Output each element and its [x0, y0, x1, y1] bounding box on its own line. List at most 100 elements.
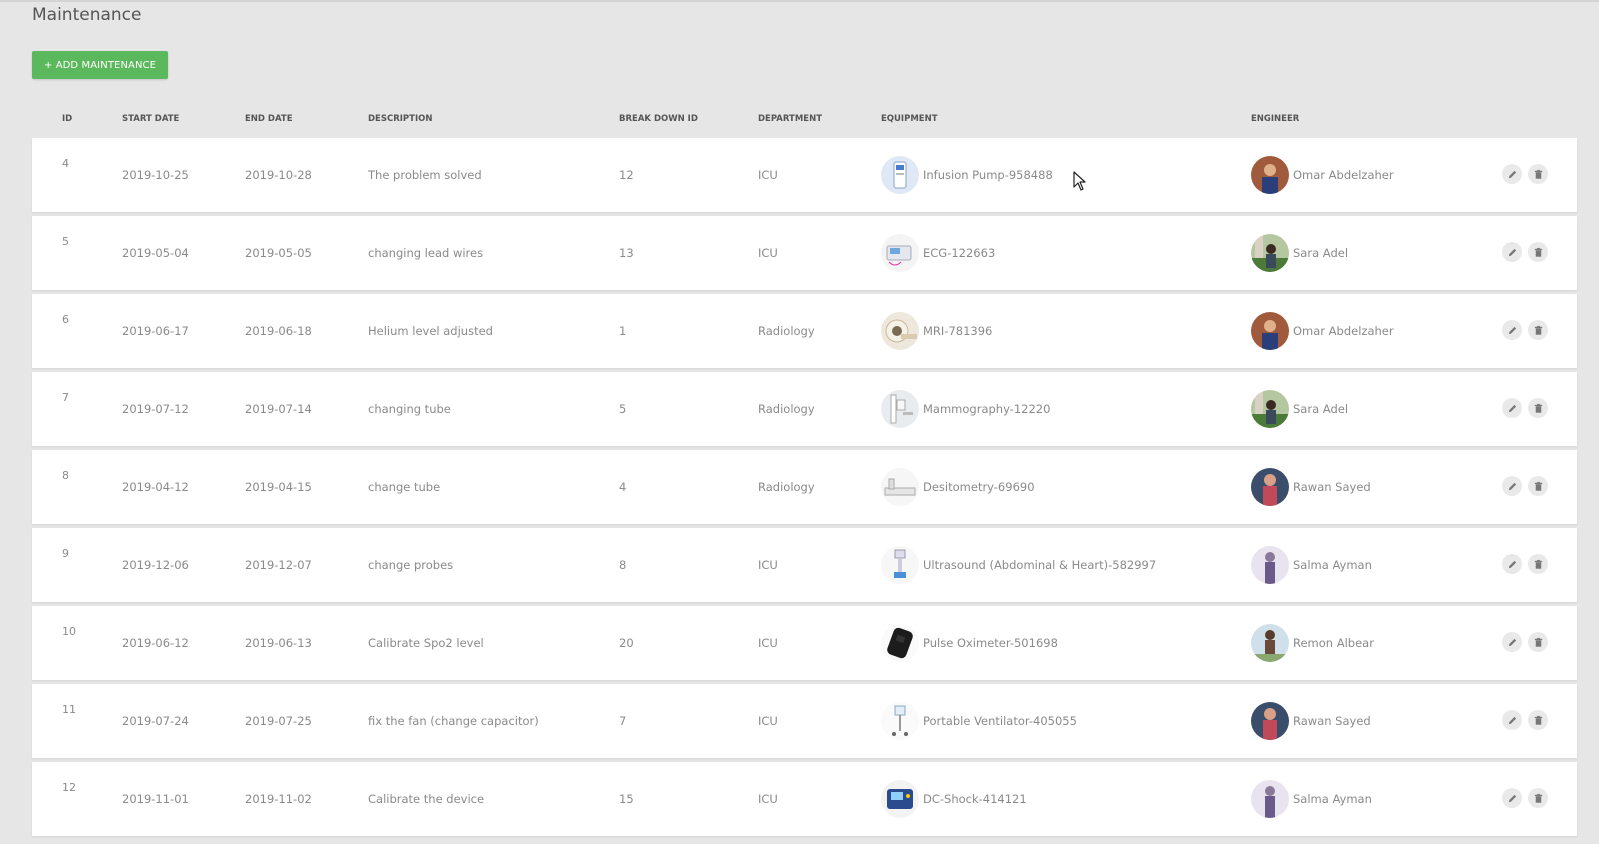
table-row[interactable]: 8 2019-04-12 2019-04-15 change tube 4 Ra… — [32, 450, 1577, 524]
cell-engineer[interactable]: Remon Albear — [1251, 624, 1374, 662]
equipment-name: Portable Ventilator-405055 — [923, 714, 1077, 728]
equipment-thumbnail — [881, 156, 919, 194]
column-header-start-date[interactable]: START DATE — [122, 114, 179, 124]
cell-equipment[interactable]: MRI-781396 — [881, 312, 992, 350]
row-actions — [1502, 164, 1548, 184]
pencil-icon — [1508, 404, 1516, 412]
pencil-icon — [1508, 560, 1516, 568]
column-header-end-date[interactable]: END DATE — [245, 114, 293, 124]
pencil-icon — [1508, 482, 1516, 490]
engineer-name: Sara Adel — [1293, 246, 1349, 260]
edit-button[interactable] — [1502, 242, 1522, 262]
engineer-name: Salma Ayman — [1293, 792, 1372, 806]
cell-id: 4 — [62, 157, 69, 170]
cell-id: 8 — [62, 469, 69, 482]
cell-department: Radiology — [758, 402, 815, 416]
cell-equipment[interactable]: Ultrasound (Abdominal & Heart)-582997 — [881, 546, 1156, 584]
cell-equipment[interactable]: Mammography-12220 — [881, 390, 1050, 428]
edit-button[interactable] — [1502, 632, 1522, 652]
engineer-avatar — [1251, 546, 1289, 584]
cell-start-date: 2019-07-12 — [122, 402, 189, 416]
delete-button[interactable] — [1528, 320, 1548, 340]
edit-button[interactable] — [1502, 320, 1522, 340]
delete-button[interactable] — [1528, 788, 1548, 808]
cell-equipment[interactable]: Infusion Pump-958488 — [881, 156, 1053, 194]
table-row[interactable]: 6 2019-06-17 2019-06-18 Helium level adj… — [32, 294, 1577, 368]
equipment-thumbnail — [881, 546, 919, 584]
edit-button[interactable] — [1502, 710, 1522, 730]
delete-button[interactable] — [1528, 632, 1548, 652]
row-actions — [1502, 242, 1548, 262]
equipment-name: DC-Shock-414121 — [923, 792, 1027, 806]
edit-button[interactable] — [1502, 164, 1522, 184]
delete-button[interactable] — [1528, 398, 1548, 418]
column-header-break-down-id[interactable]: BREAK DOWN ID — [619, 114, 698, 124]
table-row[interactable]: 7 2019-07-12 2019-07-14 changing tube 5 … — [32, 372, 1577, 446]
cell-engineer[interactable]: Salma Ayman — [1251, 780, 1372, 818]
cell-equipment[interactable]: Portable Ventilator-405055 — [881, 702, 1077, 740]
cell-description: change probes — [368, 558, 454, 572]
edit-button[interactable] — [1502, 788, 1522, 808]
table-row[interactable]: 12 2019-11-01 2019-11-02 Calibrate the d… — [32, 762, 1577, 836]
cell-description: The problem solved — [368, 168, 482, 182]
table-row[interactable]: 10 2019-06-12 2019-06-13 Calibrate Spo2 … — [32, 606, 1577, 680]
engineer-avatar — [1251, 780, 1289, 818]
cell-engineer[interactable]: Sara Adel — [1251, 234, 1348, 272]
equipment-name: Desitometry-69690 — [923, 480, 1035, 494]
cell-department: Radiology — [758, 480, 815, 494]
delete-button[interactable] — [1528, 476, 1548, 496]
edit-button[interactable] — [1502, 476, 1522, 496]
table-row[interactable]: 9 2019-12-06 2019-12-07 change probes 8 … — [32, 528, 1577, 602]
add-maintenance-button[interactable]: + ADD MAINTENANCE — [32, 51, 168, 79]
delete-button[interactable] — [1528, 164, 1548, 184]
delete-button[interactable] — [1528, 242, 1548, 262]
top-divider — [0, 0, 1599, 2]
equipment-thumbnail — [881, 390, 919, 428]
column-header-engineer[interactable]: ENGINEER — [1251, 114, 1299, 124]
cell-equipment[interactable]: Desitometry-69690 — [881, 468, 1035, 506]
engineer-name: Rawan Sayed — [1293, 480, 1371, 494]
cell-description: changing lead wires — [368, 246, 484, 260]
engineer-avatar — [1251, 468, 1289, 506]
cell-engineer[interactable]: Sara Adel — [1251, 390, 1348, 428]
edit-button[interactable] — [1502, 398, 1522, 418]
equipment-name: MRI-781396 — [923, 324, 993, 338]
maintenance-table: 4 2019-10-25 2019-10-28 The problem solv… — [32, 138, 1577, 840]
cell-id: 6 — [62, 313, 69, 326]
column-header-equipment[interactable]: EQUIPMENT — [881, 114, 938, 124]
delete-button[interactable] — [1528, 710, 1548, 730]
cell-engineer[interactable]: Omar Abdelzaher — [1251, 156, 1394, 194]
equipment-name: Ultrasound (Abdominal & Heart)-582997 — [923, 558, 1157, 572]
cell-engineer[interactable]: Salma Ayman — [1251, 546, 1372, 584]
cell-engineer[interactable]: Rawan Sayed — [1251, 468, 1371, 506]
equipment-thumbnail — [881, 468, 919, 506]
trash-icon — [1534, 325, 1542, 335]
cell-equipment[interactable]: ECG-122663 — [881, 234, 995, 272]
delete-button[interactable] — [1528, 554, 1548, 574]
table-row[interactable]: 11 2019-07-24 2019-07-25 fix the fan (ch… — [32, 684, 1577, 758]
table-row[interactable]: 4 2019-10-25 2019-10-28 The problem solv… — [32, 138, 1577, 212]
cell-description: change tube — [368, 480, 441, 494]
table-row[interactable]: 5 2019-05-04 2019-05-05 changing lead wi… — [32, 216, 1577, 290]
cell-end-date: 2019-10-28 — [245, 168, 312, 182]
trash-icon — [1534, 637, 1542, 647]
cell-engineer[interactable]: Rawan Sayed — [1251, 702, 1371, 740]
edit-button[interactable] — [1502, 554, 1522, 574]
cell-equipment[interactable]: DC-Shock-414121 — [881, 780, 1027, 818]
column-header-id[interactable]: ID — [62, 114, 72, 124]
column-header-department[interactable]: DEPARTMENT — [758, 114, 822, 124]
cell-break-down-id: 7 — [619, 714, 627, 728]
pencil-icon — [1508, 716, 1516, 724]
cell-department: ICU — [758, 558, 778, 572]
engineer-name: Remon Albear — [1293, 636, 1374, 650]
cell-equipment[interactable]: Pulse Oximeter-501698 — [881, 624, 1058, 662]
cell-department: Radiology — [758, 324, 815, 338]
engineer-name: Omar Abdelzaher — [1293, 168, 1394, 182]
cell-break-down-id: 13 — [619, 246, 634, 260]
cell-engineer[interactable]: Omar Abdelzaher — [1251, 312, 1394, 350]
cell-description: Calibrate the device — [368, 792, 485, 806]
engineer-name: Salma Ayman — [1293, 558, 1372, 572]
engineer-name: Omar Abdelzaher — [1293, 324, 1394, 338]
column-header-description[interactable]: DESCRIPTION — [368, 114, 432, 124]
engineer-avatar — [1251, 312, 1289, 350]
